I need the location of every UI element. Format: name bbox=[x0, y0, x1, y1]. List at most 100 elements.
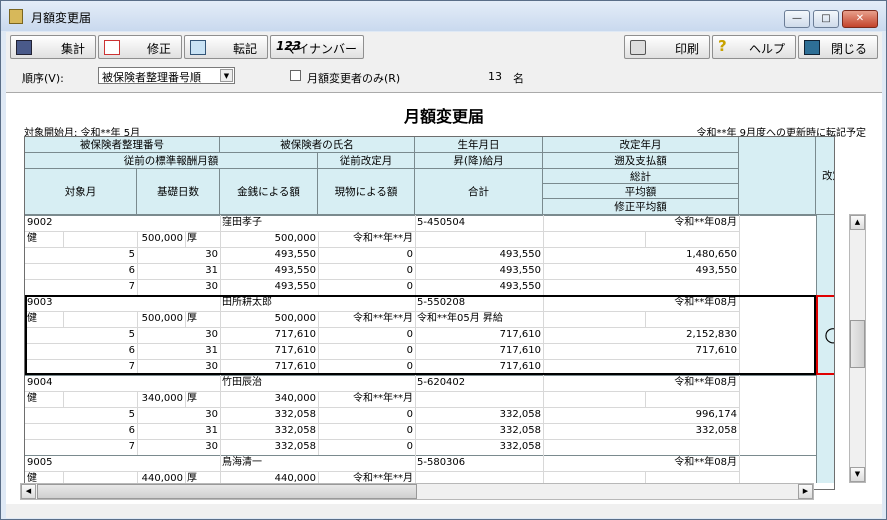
average-amount: 332,058 bbox=[695, 425, 737, 436]
in-kind-amount: 0 bbox=[406, 425, 413, 436]
transfer-button[interactable]: 転記 bbox=[184, 35, 268, 59]
hscroll-thumb[interactable] bbox=[37, 484, 417, 499]
in-kind-amount: 0 bbox=[406, 249, 413, 260]
scroll-up-icon[interactable]: ▲ bbox=[850, 215, 865, 230]
header-grand-total: 総計 bbox=[543, 169, 739, 184]
cash-amount: 332,058 bbox=[274, 441, 316, 452]
calculator-icon bbox=[16, 40, 32, 55]
target-month: 6 bbox=[128, 265, 135, 276]
close-window-button[interactable]: ✕ bbox=[842, 10, 878, 28]
app-window: 月額変更届 — □ ✕ 集計 修正 転記 123 マイナンバー 印刷 ? ヘルプ… bbox=[0, 0, 887, 520]
only-changed-checkbox[interactable] bbox=[290, 70, 301, 81]
scroll-down-icon[interactable]: ▼ bbox=[850, 467, 865, 482]
prev-standard-amount-2: 340,000 bbox=[274, 393, 316, 404]
scroll-thumb[interactable] bbox=[850, 320, 865, 368]
header-raise-month: 昇(降)給月 bbox=[415, 153, 543, 169]
birth-date: 5-580306 bbox=[417, 457, 466, 468]
row-total: 332,058 bbox=[499, 425, 541, 436]
pension-kind: 厚 bbox=[187, 393, 197, 404]
target-month: 6 bbox=[128, 425, 135, 436]
count-unit: 名 bbox=[513, 72, 524, 85]
insured-no: 9002 bbox=[27, 217, 53, 228]
edit-button[interactable]: 修正 bbox=[98, 35, 182, 59]
insured-no: 9005 bbox=[27, 457, 53, 468]
target-month: 5 bbox=[128, 409, 135, 420]
prev-standard-amount-2: 500,000 bbox=[274, 233, 316, 244]
header-name: 被保険者の氏名 bbox=[220, 137, 415, 153]
revised-month: 令和**年08月 bbox=[674, 457, 737, 468]
kaitei-highlight bbox=[816, 295, 834, 375]
cash-amount: 332,058 bbox=[274, 425, 316, 436]
sum-button[interactable]: 集計 bbox=[10, 35, 96, 59]
insured-name: 竹田辰治 bbox=[222, 377, 262, 388]
minimize-button[interactable]: — bbox=[784, 10, 810, 28]
insurance-kind: 健 bbox=[27, 393, 37, 404]
header-blank bbox=[739, 137, 816, 215]
report-area: 月額変更届 対象開始月: 令和**年 5月 令和**年 9月度への更新時に転記予… bbox=[6, 92, 882, 504]
header-target-month: 対象月 bbox=[25, 169, 137, 215]
col-line bbox=[543, 231, 544, 295]
horizontal-scrollbar[interactable]: ◀ ▶ bbox=[20, 483, 814, 500]
average-amount: 493,550 bbox=[695, 265, 737, 276]
vertical-scrollbar[interactable]: ▲ ▼ bbox=[849, 214, 866, 483]
birth-date: 5-450504 bbox=[417, 217, 466, 228]
header-base-days: 基礎日数 bbox=[137, 169, 220, 215]
row-total: 493,550 bbox=[499, 265, 541, 276]
header-corrected-avg: 修正平均額 bbox=[543, 199, 739, 215]
col-line bbox=[543, 391, 544, 455]
count-value: 13 bbox=[488, 70, 502, 83]
col-line bbox=[739, 215, 740, 231]
header-average: 平均額 bbox=[543, 184, 739, 199]
prev-standard-amount: 340,000 bbox=[141, 393, 183, 404]
header-prev-std: 従前の標準報酬月額 bbox=[25, 153, 318, 169]
cash-amount: 332,058 bbox=[274, 409, 316, 420]
help-button[interactable]: ? ヘルプ bbox=[712, 35, 796, 59]
target-month: 7 bbox=[128, 441, 135, 452]
prev-revised-month: 令和**年**月 bbox=[353, 233, 413, 244]
header-prev-revised: 従前改定月 bbox=[318, 153, 415, 169]
header-retro: 遡及支払額 bbox=[543, 153, 739, 169]
help-icon: ? bbox=[718, 37, 727, 55]
scroll-right-icon[interactable]: ▶ bbox=[798, 484, 813, 499]
base-days: 30 bbox=[205, 281, 218, 292]
insurance-kind: 健 bbox=[27, 233, 37, 244]
scroll-left-icon[interactable]: ◀ bbox=[21, 484, 36, 499]
target-month: 7 bbox=[128, 281, 135, 292]
dropdown-arrow-icon[interactable]: ▼ bbox=[220, 69, 233, 82]
header-in-kind: 現物による額 bbox=[318, 169, 415, 215]
mynumber-button[interactable]: 123 マイナンバー bbox=[270, 35, 364, 59]
revised-month: 令和**年08月 bbox=[674, 217, 737, 228]
header-kaitei: 改定 bbox=[816, 137, 834, 215]
in-kind-amount: 0 bbox=[406, 265, 413, 276]
row-total: 332,058 bbox=[499, 409, 541, 420]
col-line bbox=[645, 231, 646, 247]
report-grid: 被保険者整理番号 被保険者の氏名 生年月日 改定年月 従前の標準報酬月額 従前改… bbox=[24, 136, 835, 490]
col-line bbox=[739, 455, 740, 471]
base-days: 30 bbox=[205, 441, 218, 452]
in-kind-amount: 0 bbox=[406, 441, 413, 452]
base-days: 31 bbox=[205, 425, 218, 436]
pension-kind: 厚 bbox=[187, 233, 197, 244]
title-bar: 月額変更届 — □ ✕ bbox=[1, 1, 886, 31]
base-days: 30 bbox=[205, 409, 218, 420]
form-edit-icon bbox=[104, 40, 120, 55]
in-kind-amount: 0 bbox=[406, 409, 413, 420]
only-changed-label: 月額変更者のみ(R) bbox=[307, 72, 401, 85]
cash-amount: 493,550 bbox=[274, 249, 316, 260]
prev-standard-amount: 500,000 bbox=[141, 233, 183, 244]
printer-icon bbox=[630, 40, 646, 55]
maximize-button[interactable]: □ bbox=[813, 10, 839, 28]
base-days: 31 bbox=[205, 265, 218, 276]
base-days: 30 bbox=[205, 249, 218, 260]
header-birth: 生年月日 bbox=[415, 137, 543, 153]
close-button[interactable]: 閉じる bbox=[798, 35, 878, 59]
order-select[interactable]: 被保険者整理番号順 ▼ bbox=[98, 67, 235, 84]
order-label: 順序(V): bbox=[22, 72, 64, 85]
header-cash: 金銭による額 bbox=[220, 169, 318, 215]
print-button[interactable]: 印刷 bbox=[624, 35, 710, 59]
insured-no: 9004 bbox=[27, 377, 53, 388]
header-insured-no: 被保険者整理番号 bbox=[25, 137, 220, 153]
app-icon bbox=[9, 9, 23, 24]
row-total: 332,058 bbox=[499, 441, 541, 452]
col-line bbox=[645, 391, 646, 407]
